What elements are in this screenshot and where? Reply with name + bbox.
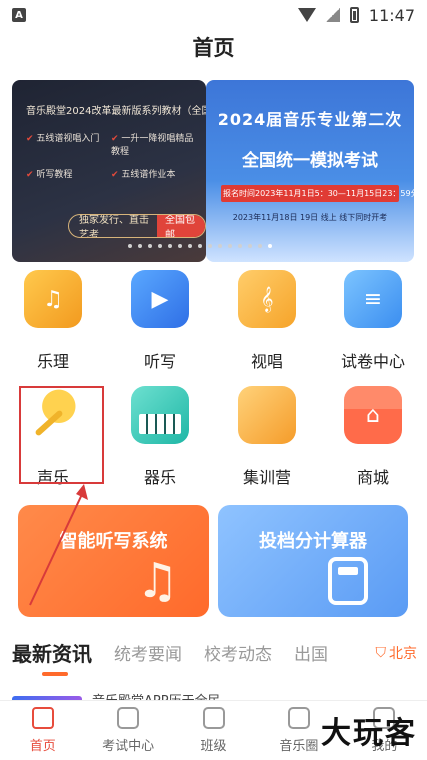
region-selector[interactable]: ⛉ 北京 (376, 643, 418, 663)
home-icon (31, 707, 54, 729)
tab-latest-news[interactable]: 最新资讯 (12, 638, 92, 667)
tab-label: 音乐圈 (279, 739, 319, 754)
tab-exam-news[interactable]: 统考要闻 (114, 640, 182, 665)
tab-label: 考试中心 (102, 739, 155, 754)
tab-overseas[interactable]: 出国 (294, 640, 328, 665)
people-icon (202, 707, 225, 729)
tab-class[interactable]: 班级 (171, 701, 256, 760)
region-label: 北京 (389, 646, 417, 662)
tab-home[interactable]: 首页 (0, 701, 85, 760)
active-tab-underline (42, 672, 68, 676)
filter-icon: ⛉ (375, 645, 387, 661)
tab-school-exam[interactable]: 校考动态 (204, 640, 272, 665)
music-circle-icon (287, 707, 310, 729)
tab-exam-center[interactable]: 考试中心 (85, 701, 170, 760)
watermark: 大玩客 (321, 716, 417, 751)
news-tabs: 最新资讯 统考要闻 校考动态 出国 (12, 638, 422, 667)
exam-icon (117, 707, 140, 729)
tab-label: 首页 (29, 739, 56, 754)
tab-label: 班级 (200, 739, 227, 754)
